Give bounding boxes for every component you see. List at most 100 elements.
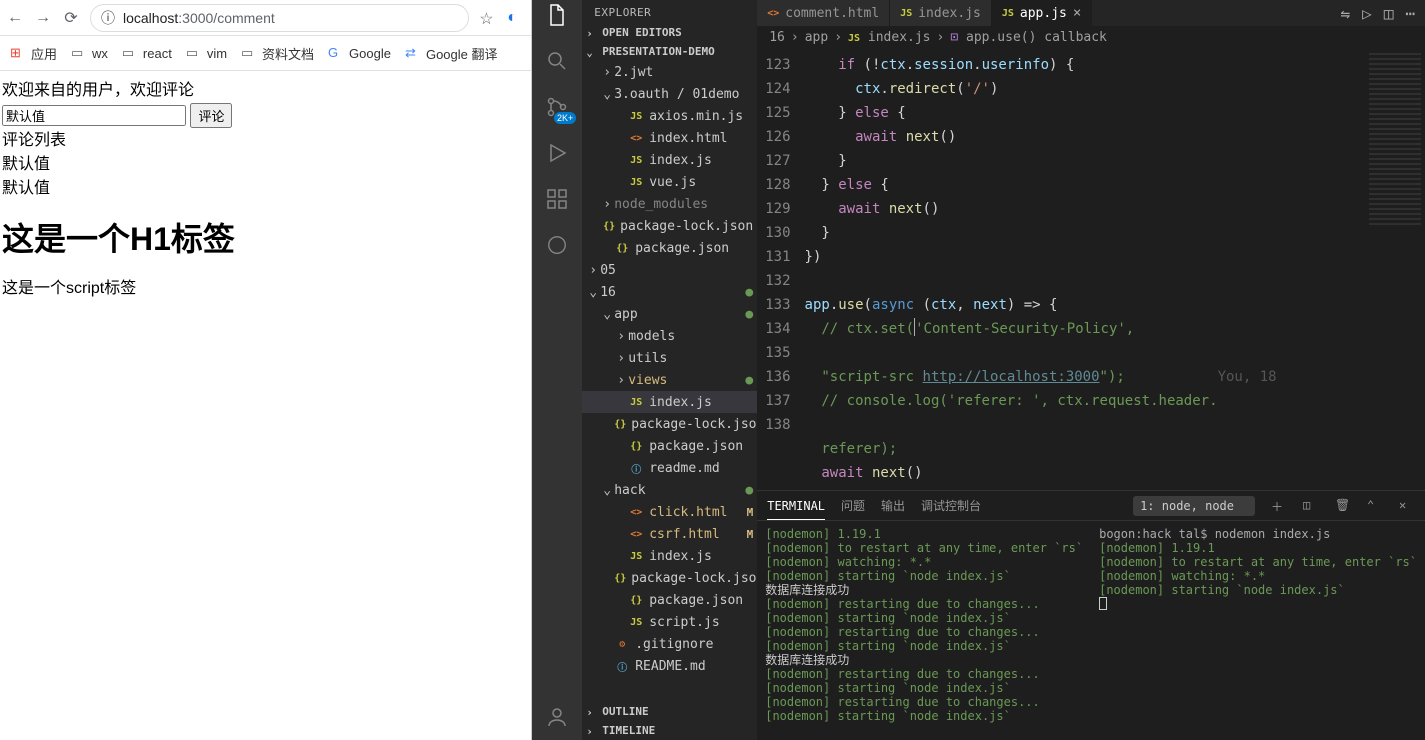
file-row[interactable]: {}package.json <box>582 237 757 259</box>
terminal-line: [nodemon] watching: *.* <box>1099 569 1417 583</box>
folder-row[interactable]: ›views● <box>582 369 757 391</box>
code-editor[interactable]: 1231241251261271281291301311321331341351… <box>757 49 1425 490</box>
address-bar[interactable]: ⓘ localhost:3000/comment <box>90 4 469 32</box>
folder-row[interactable]: ⌄app● <box>582 303 757 325</box>
comment-input[interactable] <box>2 105 186 126</box>
terminal-line: [nodemon] starting `node index.js` <box>765 639 1083 653</box>
reload-icon[interactable]: ⟳ <box>62 9 80 27</box>
file-icon: <> <box>767 8 779 19</box>
workspace-section[interactable]: ⌄PRESENTATION-DEMO <box>582 42 757 61</box>
folder-row[interactable]: ›models <box>582 325 757 347</box>
new-terminal-icon[interactable]: ＋ <box>1271 498 1287 514</box>
folder-row[interactable]: ›05 <box>582 259 757 281</box>
folder-row[interactable]: ›2.jwt <box>582 61 757 83</box>
file-row[interactable]: <>click.htmlM <box>582 501 757 523</box>
bookmark-item[interactable]: ⇄Google 翻译 <box>405 44 498 63</box>
forward-icon[interactable]: → <box>34 9 52 27</box>
file-row[interactable]: JSindex.js <box>582 149 757 171</box>
file-icon: JS <box>628 152 644 168</box>
breadcrumb[interactable]: 16›app›JS index.js›⊡ app.use() callback <box>757 26 1425 49</box>
file-row[interactable]: JSvue.js <box>582 171 757 193</box>
file-icon: <> <box>628 504 644 520</box>
file-row[interactable]: JSindex.js <box>582 391 757 413</box>
file-row[interactable]: <>index.html <box>582 127 757 149</box>
file-row[interactable]: {}package-lock.json <box>582 567 757 589</box>
bookmark-star-icon[interactable]: ☆ <box>479 9 497 27</box>
search-icon[interactable] <box>544 48 570 74</box>
run-debug-icon[interactable] <box>544 140 570 166</box>
bookmark-item[interactable]: ▭资料文档 <box>241 44 314 63</box>
breadcrumb-segment[interactable]: ⊡ app.use() callback <box>950 30 1107 45</box>
terminal-tab[interactable]: 输出 <box>881 497 905 514</box>
file-row[interactable]: ⚙.gitignore <box>582 633 757 655</box>
code-content[interactable]: if (!ctx.session.userinfo) { ctx.redirec… <box>805 49 1365 490</box>
file-row[interactable]: ⓘreadme.md <box>582 457 757 479</box>
bookmark-item[interactable]: ⊞应用 <box>10 44 57 63</box>
source-control-icon[interactable]: 2K+ <box>544 94 570 120</box>
terminal-line: [nodemon] starting `node index.js` <box>765 681 1083 695</box>
terminal-line: [nodemon] starting `node index.js` <box>765 569 1083 583</box>
bookmark-item[interactable]: GGoogle <box>328 45 391 61</box>
terminal-body[interactable]: [nodemon] 1.19.1[nodemon] to restart at … <box>757 521 1425 740</box>
maximize-panel-icon[interactable]: ⌃ <box>1367 498 1383 514</box>
explorer-icon[interactable] <box>544 2 570 28</box>
kill-terminal-icon[interactable]: 🗑 <box>1335 498 1351 514</box>
editor-tab[interactable]: JSapp.js× <box>992 0 1092 26</box>
remote-icon[interactable] <box>544 232 570 258</box>
terminal-selector[interactable]: 1: node, node <box>1133 496 1255 516</box>
terminal-tab[interactable]: TERMINAL <box>767 499 825 520</box>
info-icon: ⓘ <box>101 8 115 28</box>
terminal-right[interactable]: bogon:hack tal$ nodemon index.js[nodemon… <box>1091 521 1425 740</box>
open-editors-section[interactable]: ›OPEN EDITORS <box>582 23 757 42</box>
extension-icon[interactable]: ◐ <box>507 9 525 27</box>
tree-item-label: 05 <box>600 263 616 278</box>
modified-dot-icon: ● <box>745 373 753 388</box>
breadcrumb-segment[interactable]: JS index.js <box>848 30 931 45</box>
close-icon[interactable]: × <box>1073 5 1081 21</box>
terminal-tab[interactable]: 调试控制台 <box>921 497 981 514</box>
file-row[interactable]: {}package-lock.json <box>582 215 757 237</box>
file-icon: {} <box>628 438 644 454</box>
split-editor-icon[interactable]: ◫ <box>1384 4 1394 23</box>
outline-section[interactable]: ›OUTLINE <box>582 702 757 721</box>
bookmark-item[interactable]: ▭react <box>122 45 172 61</box>
bookmark-item[interactable]: ▭vim <box>186 45 227 61</box>
file-row[interactable]: {}package-lock.json <box>582 413 757 435</box>
folder-row[interactable]: ⌄16● <box>582 281 757 303</box>
submit-button[interactable]: 评论 <box>190 103 232 128</box>
compare-icon[interactable]: ⇋ <box>1340 4 1350 23</box>
file-row[interactable]: ⓘREADME.md <box>582 655 757 677</box>
timeline-section[interactable]: ›TIMELINE <box>582 721 757 740</box>
folder-row[interactable]: ›utils <box>582 347 757 369</box>
file-row[interactable]: JSaxios.min.js <box>582 105 757 127</box>
editor-tab[interactable]: JSindex.js <box>890 0 992 26</box>
file-row[interactable]: JSindex.js <box>582 545 757 567</box>
back-icon[interactable]: ← <box>6 9 24 27</box>
folder-row[interactable]: ›node_modules <box>582 193 757 215</box>
minimap[interactable] <box>1365 49 1425 490</box>
tree-item-label: readme.md <box>649 461 719 476</box>
run-icon[interactable]: ▷ <box>1362 4 1372 23</box>
breadcrumb-segment[interactable]: app <box>805 30 828 45</box>
file-row[interactable]: {}package.json <box>582 435 757 457</box>
bookmarks-bar: ⊞应用 ▭wx ▭react ▭vim ▭资料文档 GGoogle ⇄Google 翻译 <box>0 36 531 71</box>
file-row[interactable]: <>csrf.htmlM <box>582 523 757 545</box>
terminal-left[interactable]: [nodemon] 1.19.1[nodemon] to restart at … <box>757 521 1091 740</box>
bookmark-item[interactable]: ▭wx <box>71 45 108 61</box>
tree-item-label: 2.jwt <box>614 65 653 80</box>
folder-row[interactable]: ⌄3.oauth / 01demo <box>582 83 757 105</box>
file-row[interactable]: {}package.json <box>582 589 757 611</box>
editor-tab[interactable]: <>comment.html <box>757 0 890 26</box>
extensions-icon[interactable] <box>544 186 570 212</box>
more-icon[interactable]: ⋯ <box>1405 4 1415 23</box>
tree-item-label: README.md <box>635 659 705 674</box>
account-icon[interactable] <box>544 704 570 730</box>
file-row[interactable]: JSscript.js <box>582 611 757 633</box>
script-tag-text: 这是一个script标签 <box>2 277 529 301</box>
close-panel-icon[interactable]: ✕ <box>1399 498 1415 514</box>
terminal-tab[interactable]: 问题 <box>841 497 865 514</box>
folder-row[interactable]: ⌄hack● <box>582 479 757 501</box>
breadcrumb-segment[interactable]: 16 <box>769 30 785 45</box>
bookmark-icon: ▭ <box>71 45 87 61</box>
split-terminal-icon[interactable]: ◫ <box>1303 498 1319 514</box>
